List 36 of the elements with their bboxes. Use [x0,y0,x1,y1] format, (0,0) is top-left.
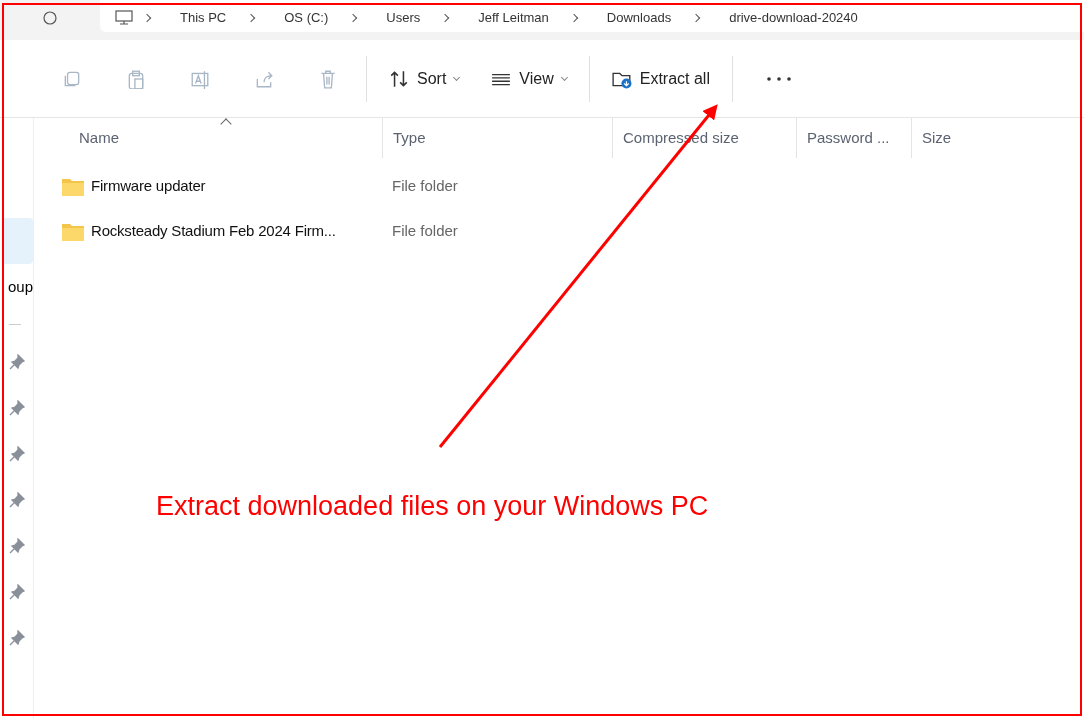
sort-button[interactable]: Sort [373,58,476,99]
extract-button[interactable]: Extract all [595,58,726,99]
view-button[interactable]: View [475,58,583,99]
column-header[interactable]: Password ... [796,118,911,158]
breadcrumb-item[interactable]: This PC [168,10,239,26]
pin-icon [9,584,25,600]
column-header[interactable]: Size [911,118,1081,158]
address-bar[interactable]: This PC OS (C:) Users Jeff Leitman Downloads drive-download-20240 [100,0,1084,32]
column-label: Name [79,127,119,148]
column-label: Password ... [807,127,890,148]
column-label: Type [393,127,426,148]
breadcrumb-item[interactable]: Downloads [594,10,684,26]
computer-icon [114,10,134,26]
file-name[interactable]: Firmware updater [91,175,206,198]
breadcrumb-item[interactable]: OS (C:) [272,10,341,26]
folder-icon [61,176,85,197]
sidebar-item[interactable]: oup [0,264,33,310]
pin-icon [9,538,25,554]
sidebar-item[interactable] [2,218,33,264]
table-cell-text: File folder [391,221,458,242]
pin-icon [9,446,25,462]
annotation-caption: Extract downloaded files on your Windows PC [156,490,709,523]
refresh-icon[interactable] [42,10,58,26]
column-label: Size [922,127,952,148]
breadcrumb-item[interactable]: drive-download-20240 [717,10,870,26]
file-name[interactable]: Rocksteady Stadium Feb 2024 Firm... [91,220,336,243]
pin-icon [9,630,25,646]
pin-icon [9,492,25,508]
pin-icon [9,354,25,370]
column-header[interactable]: Name [34,118,382,158]
pin-icon [9,400,25,416]
breadcrumb-item[interactable]: Jeff Leitman [466,10,561,26]
table-cell-text: File folder [391,176,458,197]
folder-icon [61,221,85,242]
column-header[interactable]: Type [382,118,612,158]
breadcrumb-item[interactable]: Users [374,10,433,26]
